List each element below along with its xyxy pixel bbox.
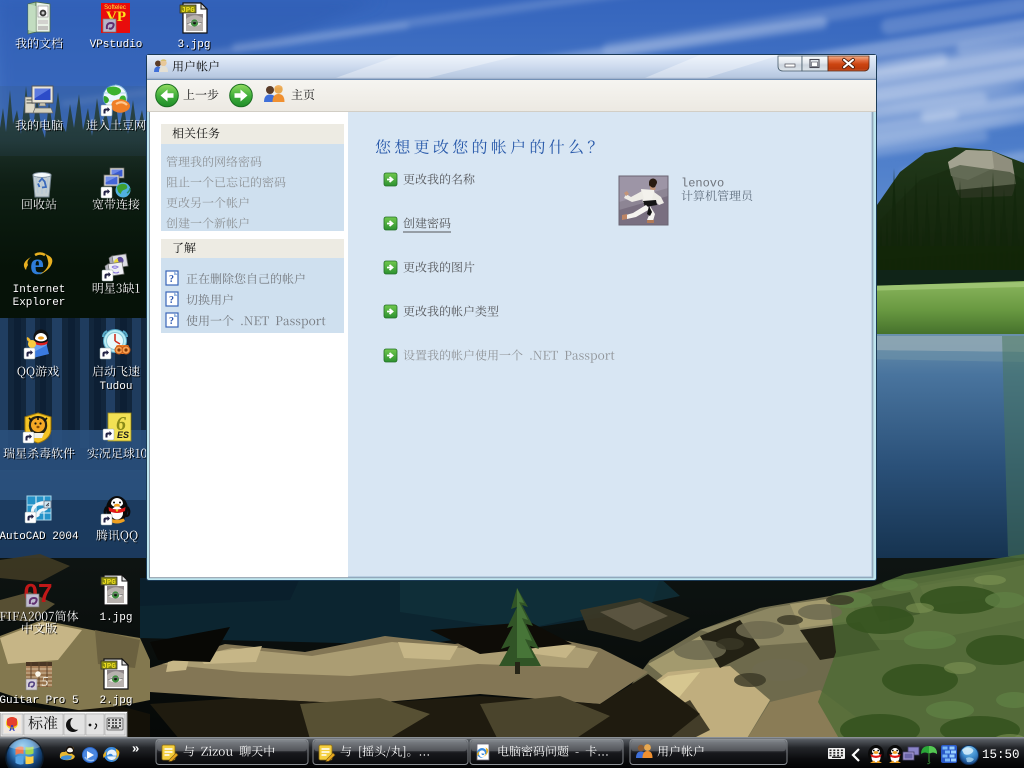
svg-text:?: ? (169, 316, 174, 327)
svg-text:?: ? (169, 295, 174, 306)
svg-text:15:50: 15:50 (982, 748, 1020, 762)
svg-text:lenovo: lenovo (681, 177, 724, 191)
svg-text:A: A (9, 724, 15, 733)
svg-text:»: » (132, 740, 139, 755)
svg-text:JPG: JPG (102, 579, 116, 587)
svg-text:Explorer: Explorer (13, 297, 66, 309)
svg-text:Guitar Pro 5: Guitar Pro 5 (0, 695, 79, 707)
svg-text:JPG: JPG (102, 663, 116, 671)
svg-text:?: ? (169, 274, 174, 285)
svg-text:3.jpg: 3.jpg (177, 39, 210, 51)
svg-text:1.jpg: 1.jpg (99, 612, 132, 624)
svg-text:AutoCAD 2004: AutoCAD 2004 (0, 531, 79, 543)
svg-text:ES: ES (117, 430, 129, 440)
svg-text:Internet: Internet (13, 284, 66, 296)
svg-text:Tudou: Tudou (99, 381, 132, 393)
svg-text:e: e (30, 246, 44, 281)
svg-text:VPstudio: VPstudio (90, 39, 143, 51)
svg-text:2.jpg: 2.jpg (99, 695, 132, 707)
svg-text:JPG: JPG (181, 7, 195, 15)
svg-text:5: 5 (42, 675, 49, 690)
